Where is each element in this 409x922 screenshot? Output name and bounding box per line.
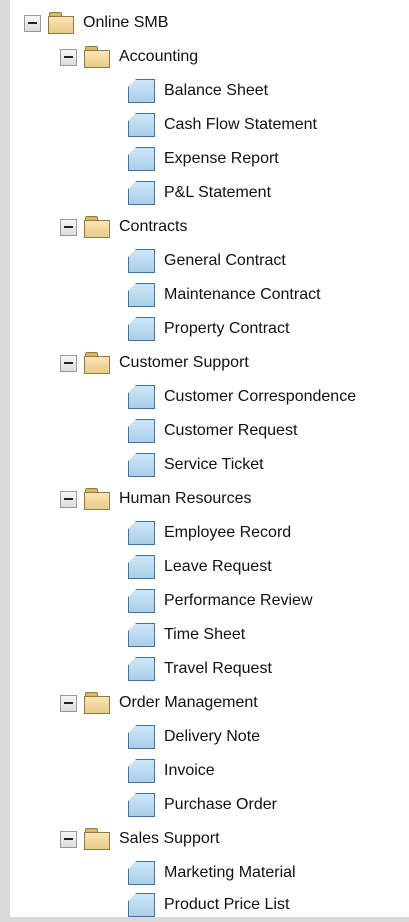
collapse-toggle-icon[interactable] bbox=[60, 694, 77, 712]
item-label: Purchase Order bbox=[164, 796, 277, 813]
tree-item-leave-request[interactable]: Leave Request bbox=[128, 550, 272, 584]
document-icon bbox=[128, 385, 155, 409]
item-label: Invoice bbox=[164, 762, 215, 779]
tree-item-invoice[interactable]: Invoice bbox=[128, 754, 215, 788]
collapse-toggle-icon[interactable] bbox=[60, 218, 77, 236]
collapse-toggle-icon[interactable] bbox=[24, 14, 41, 32]
document-icon bbox=[128, 181, 155, 205]
tree-item-purchase-order[interactable]: Purchase Order bbox=[128, 788, 277, 822]
folder-label: Customer Support bbox=[119, 354, 249, 371]
folder-order-management[interactable]: Order Management bbox=[60, 686, 258, 720]
tree-item-employee-record[interactable]: Employee Record bbox=[128, 516, 291, 550]
document-icon bbox=[128, 861, 155, 885]
folder-icon bbox=[84, 488, 110, 510]
item-label: Product Price List bbox=[164, 896, 290, 913]
document-icon bbox=[128, 893, 155, 917]
folder-label: Contracts bbox=[119, 218, 188, 235]
tree-item-performance-review[interactable]: Performance Review bbox=[128, 584, 313, 618]
folder-label: Sales Support bbox=[119, 830, 220, 847]
folder-label: Accounting bbox=[119, 48, 199, 65]
item-label: Marketing Material bbox=[164, 864, 296, 881]
folder-customer-support[interactable]: Customer Support bbox=[60, 346, 249, 380]
document-icon bbox=[128, 317, 155, 341]
tree-item-expense-report[interactable]: Expense Report bbox=[128, 142, 279, 176]
document-icon bbox=[128, 521, 155, 545]
document-icon bbox=[128, 419, 155, 443]
item-label: Expense Report bbox=[164, 150, 279, 167]
tree-item-time-sheet[interactable]: Time Sheet bbox=[128, 618, 245, 652]
item-label: Time Sheet bbox=[164, 626, 246, 643]
document-icon bbox=[128, 589, 155, 613]
document-icon bbox=[128, 113, 155, 137]
document-icon bbox=[128, 555, 155, 579]
collapse-toggle-icon[interactable] bbox=[60, 830, 77, 848]
tree-item-pl-statement[interactable]: P&L Statement bbox=[128, 176, 271, 210]
tree-item-delivery-note[interactable]: Delivery Note bbox=[128, 720, 260, 754]
tree-root[interactable]: Online SMB bbox=[24, 6, 168, 40]
folder-icon bbox=[84, 692, 110, 714]
tree-item-maintenance-contract[interactable]: Maintenance Contract bbox=[128, 278, 321, 312]
item-label: Leave Request bbox=[164, 558, 272, 575]
item-label: Balance Sheet bbox=[164, 82, 269, 99]
document-icon bbox=[128, 623, 155, 647]
document-icon bbox=[128, 657, 155, 681]
item-label: Property Contract bbox=[164, 320, 290, 337]
folder-icon bbox=[48, 12, 74, 34]
tree-item-customer-request[interactable]: Customer Request bbox=[128, 414, 297, 448]
item-label: Cash Flow Statement bbox=[164, 116, 317, 133]
tree-item-cash-flow-statement[interactable]: Cash Flow Statement bbox=[128, 108, 317, 142]
item-label: Travel Request bbox=[164, 660, 272, 677]
tree-item-general-contract[interactable]: General Contract bbox=[128, 244, 286, 278]
item-label: P&L Statement bbox=[164, 184, 272, 201]
document-icon bbox=[128, 249, 155, 273]
tree-item-travel-request[interactable]: Travel Request bbox=[128, 652, 272, 686]
item-label: General Contract bbox=[164, 252, 286, 269]
item-label: Performance Review bbox=[164, 592, 313, 609]
folder-label: Order Management bbox=[119, 694, 258, 711]
collapse-toggle-icon[interactable] bbox=[60, 354, 77, 372]
tree-item-balance-sheet[interactable]: Balance Sheet bbox=[128, 74, 268, 108]
document-icon bbox=[128, 283, 155, 307]
tree-panel: Online SMB Accounting Balance Sheet Cash… bbox=[10, 0, 409, 917]
tree-item-service-ticket[interactable]: Service Ticket bbox=[128, 448, 264, 482]
collapse-toggle-icon[interactable] bbox=[60, 48, 77, 66]
folder-contracts[interactable]: Contracts bbox=[60, 210, 187, 244]
folder-label: Human Resources bbox=[119, 490, 252, 507]
document-icon bbox=[128, 725, 155, 749]
folder-sales-support[interactable]: Sales Support bbox=[60, 822, 220, 856]
folder-human-resources[interactable]: Human Resources bbox=[60, 482, 252, 516]
folder-icon bbox=[84, 352, 110, 374]
item-label: Customer Request bbox=[164, 422, 298, 439]
collapse-toggle-icon[interactable] bbox=[60, 490, 77, 508]
folder-accounting[interactable]: Accounting bbox=[60, 40, 198, 74]
tree-item-marketing-material[interactable]: Marketing Material bbox=[128, 856, 296, 890]
tree-item-customer-correspondence[interactable]: Customer Correspondence bbox=[128, 380, 356, 414]
item-label: Delivery Note bbox=[164, 728, 261, 745]
folder-icon bbox=[84, 828, 110, 850]
item-label: Employee Record bbox=[164, 524, 292, 541]
folder-icon bbox=[84, 46, 110, 68]
folder-icon bbox=[84, 216, 110, 238]
item-label: Service Ticket bbox=[164, 456, 264, 473]
item-label: Maintenance Contract bbox=[164, 286, 321, 303]
document-icon bbox=[128, 453, 155, 477]
item-label: Customer Correspondence bbox=[164, 388, 357, 405]
tree-item-property-contract[interactable]: Property Contract bbox=[128, 312, 289, 346]
document-icon bbox=[128, 793, 155, 817]
document-icon bbox=[128, 759, 155, 783]
document-icon bbox=[128, 79, 155, 103]
tree-root-label: Online SMB bbox=[83, 14, 169, 31]
document-icon bbox=[128, 147, 155, 171]
